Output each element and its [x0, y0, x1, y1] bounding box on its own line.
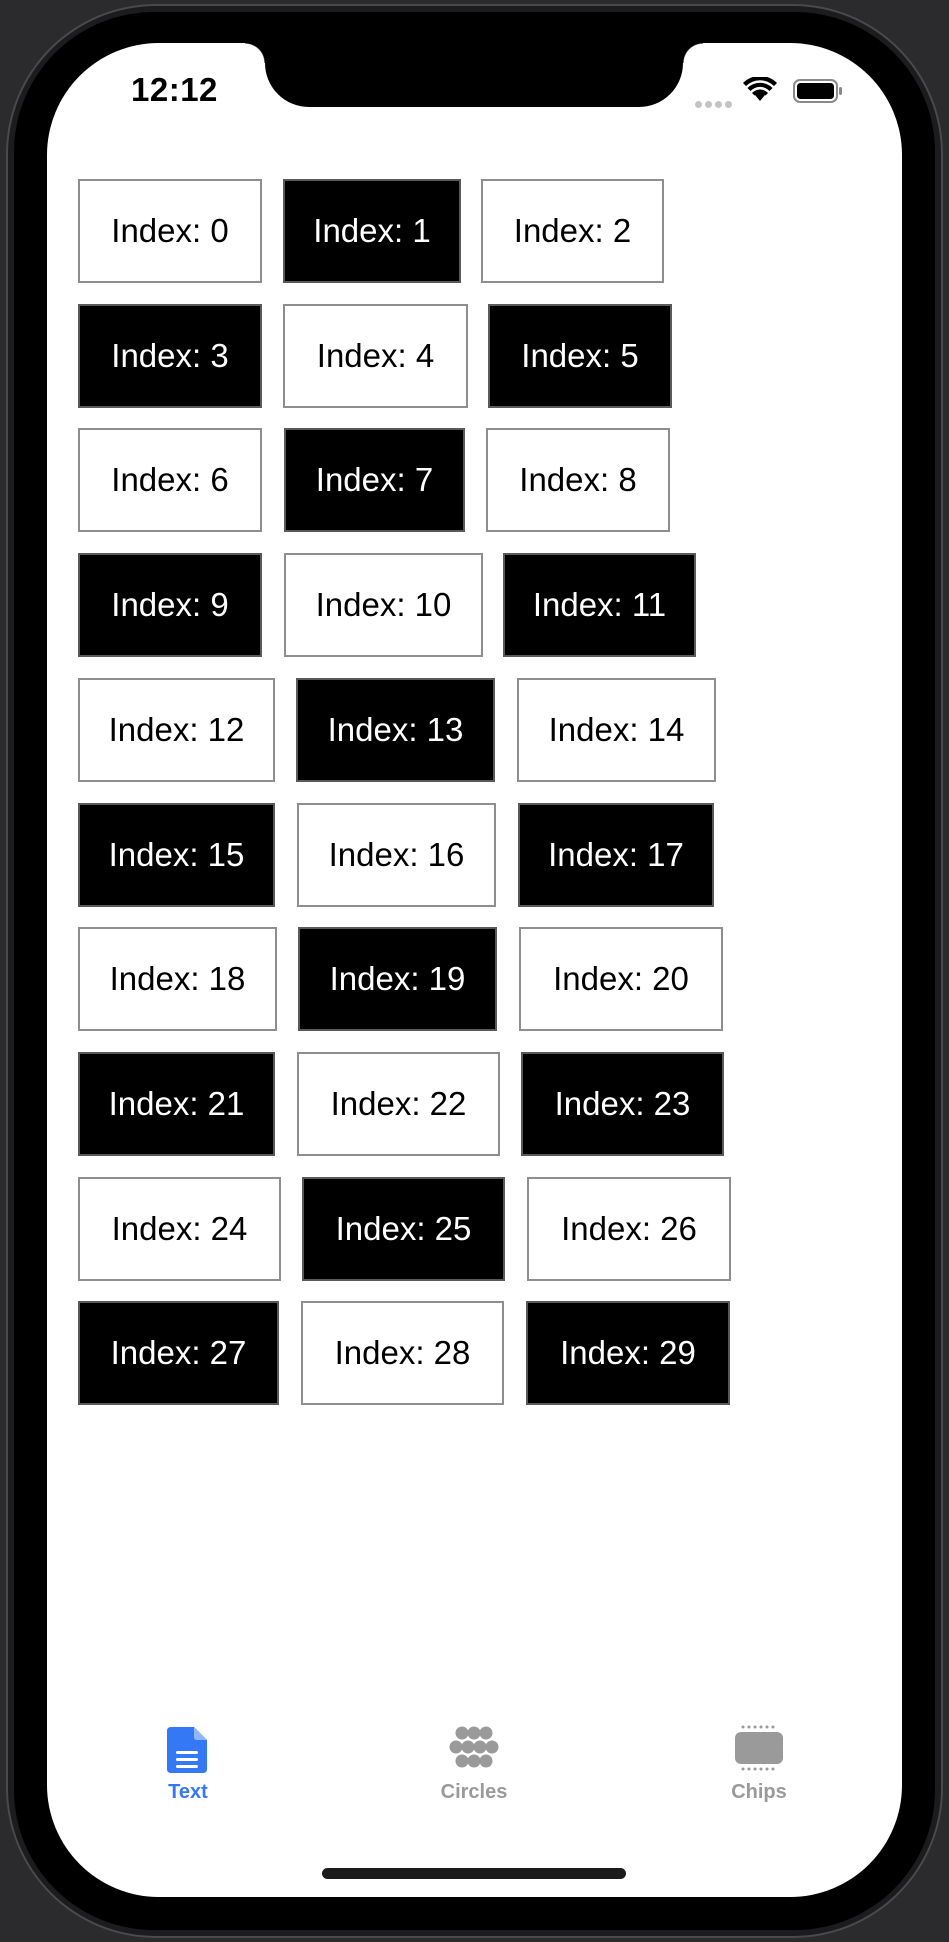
chip[interactable]: Index: 26 — [527, 1177, 731, 1281]
chip[interactable]: Index: 8 — [486, 428, 670, 532]
tab-chips[interactable]: Chips — [684, 1723, 834, 1823]
chip[interactable]: Index: 9 — [78, 553, 262, 657]
chip[interactable]: Index: 29 — [526, 1301, 730, 1405]
tab-circles-label: Circles — [440, 1781, 508, 1803]
chip[interactable]: Index: 3 — [78, 304, 262, 408]
chips-icon — [735, 1725, 783, 1771]
tab-text-label: Text — [168, 1781, 208, 1803]
chip[interactable]: Index: 15 — [78, 803, 275, 907]
chip[interactable]: Index: 28 — [301, 1301, 504, 1405]
chip[interactable]: Index: 27 — [78, 1301, 279, 1405]
chip[interactable]: Index: 11 — [503, 553, 696, 657]
chip[interactable]: Index: 5 — [488, 304, 672, 408]
chip[interactable]: Index: 25 — [302, 1177, 505, 1281]
chip[interactable]: Index: 16 — [297, 803, 496, 907]
chip[interactable]: Index: 0 — [78, 179, 262, 283]
circles-icon — [449, 1726, 499, 1768]
chip[interactable]: Index: 20 — [519, 927, 723, 1031]
home-indicator[interactable] — [322, 1868, 626, 1879]
chip[interactable]: Index: 1 — [283, 179, 461, 283]
tab-circles[interactable]: Circles — [399, 1723, 549, 1823]
chip[interactable]: Index: 6 — [78, 428, 262, 532]
tab-bar: Text Circles Chips — [47, 1723, 902, 1843]
tab-chips-label: Chips — [731, 1781, 787, 1803]
chip[interactable]: Index: 21 — [78, 1052, 275, 1156]
chip[interactable]: Index: 17 — [518, 803, 714, 907]
chip[interactable]: Index: 22 — [297, 1052, 500, 1156]
chip[interactable]: Index: 23 — [521, 1052, 724, 1156]
chip[interactable]: Index: 19 — [298, 927, 497, 1031]
tab-text[interactable]: Text — [113, 1723, 263, 1823]
chip[interactable]: Index: 7 — [284, 428, 465, 532]
document-icon — [167, 1727, 207, 1773]
chip[interactable]: Index: 13 — [296, 678, 495, 782]
chip[interactable]: Index: 10 — [284, 553, 483, 657]
chip[interactable]: Index: 24 — [78, 1177, 281, 1281]
chip[interactable]: Index: 4 — [283, 304, 468, 408]
chip[interactable]: Index: 14 — [517, 678, 716, 782]
chip[interactable]: Index: 2 — [481, 179, 664, 283]
screen: 12:12 Index: 0 Index: 1 Index: 2 Index: 3 In… — [47, 43, 902, 1897]
chip-grid: Index: 0 Index: 1 Index: 2 Index: 3 Index: 4… — [47, 43, 902, 1743]
chip[interactable]: Index: 18 — [78, 927, 277, 1031]
chip[interactable]: Index: 12 — [78, 678, 275, 782]
